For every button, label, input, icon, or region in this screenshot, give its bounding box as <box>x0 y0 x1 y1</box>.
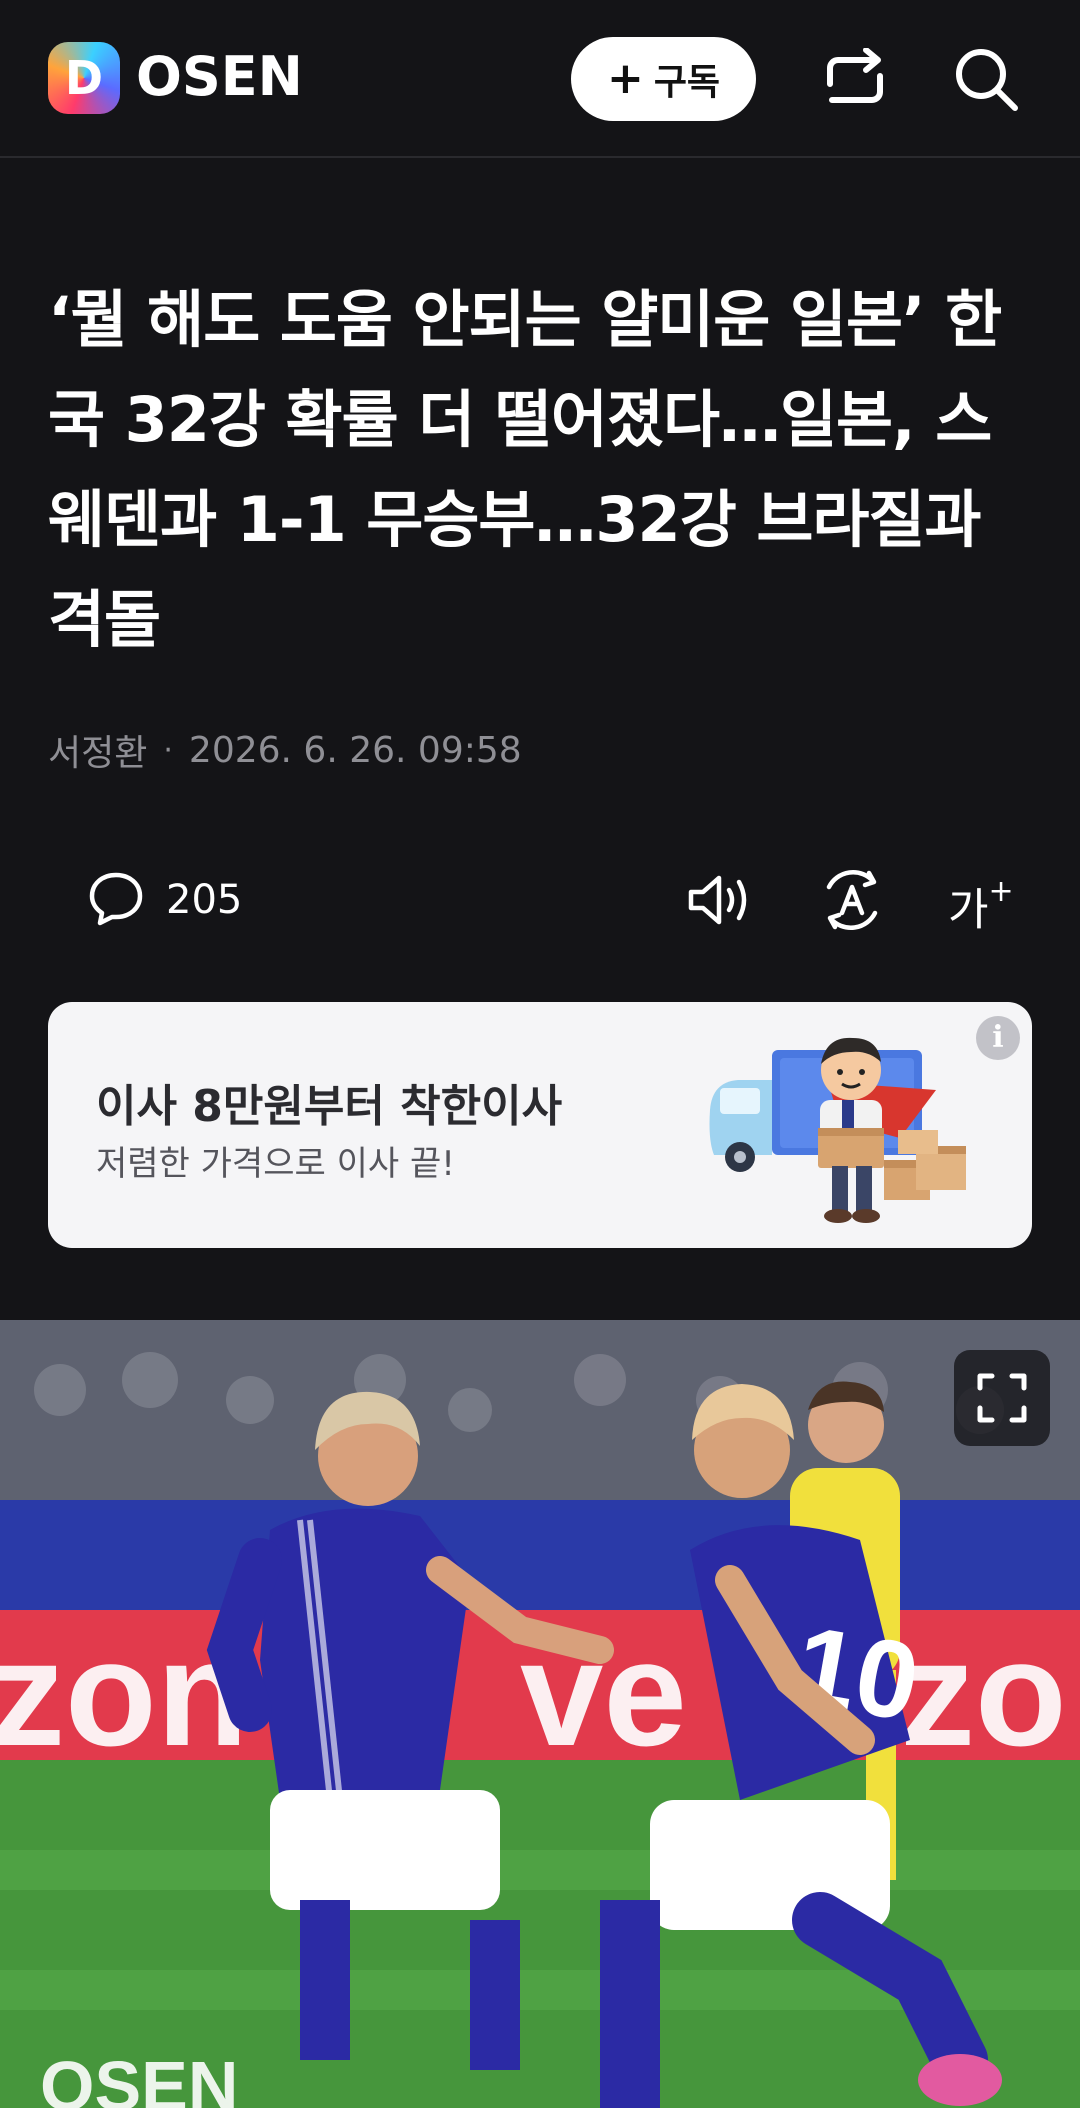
ad-title: 이사 8만원부터 착한이사 <box>96 1081 563 1132</box>
svg-text:zon: zon <box>0 1609 248 1777</box>
author-name[interactable]: 서정환 <box>48 724 147 776</box>
comment-icon <box>88 870 144 930</box>
daum-logo-icon[interactable]: D <box>48 42 120 114</box>
soccer-match-photo: zon ve zo 10 OSEN <box>0 1320 1080 2108</box>
article-photo[interactable]: zon ve zo 10 OSEN <box>0 1320 1080 2108</box>
logo-letter: D <box>64 51 104 105</box>
font-size-icon[interactable]: 가+ <box>948 860 1014 940</box>
speaker-icon[interactable] <box>680 860 760 940</box>
comment-count: 205 <box>166 877 243 923</box>
svg-text:OSEN: OSEN <box>40 2047 238 2108</box>
translate-icon[interactable] <box>812 860 892 940</box>
font-size-plus: + <box>988 874 1014 909</box>
ad-subtitle: 저렴한 가격으로 이사 끝! <box>96 1144 455 1184</box>
plus-icon: + <box>606 53 644 104</box>
comment-button[interactable]: 205 <box>88 860 242 940</box>
subscribe-button[interactable]: + 구독 <box>571 37 756 121</box>
ad-banner[interactable]: 이사 8만원부터 착한이사 저렴한 가격으로 이사 끝! i <box>48 1002 1032 1248</box>
byline-separator: · <box>163 732 173 768</box>
subscribe-label: 구독 <box>653 62 721 103</box>
press-brand-name[interactable]: OSEN <box>136 44 303 110</box>
moving-mascot-illustration <box>709 1037 966 1223</box>
share-icon[interactable] <box>815 40 895 120</box>
search-icon[interactable] <box>947 40 1027 120</box>
ad-info-icon[interactable]: i <box>976 1016 1020 1060</box>
publish-date: 2026. 6. 26. 09:58 <box>188 729 522 771</box>
article-title: ‘뭘 해도 도움 안되는 얄미운 일본’ 한국 32강 확률 더 떨어졌다…일본… <box>48 283 1002 656</box>
font-size-label: 가 <box>948 884 989 936</box>
article-action-bar: 205 가+ <box>0 860 1080 940</box>
article-byline: 서정환 · 2026. 6. 26. 09:58 <box>48 724 522 776</box>
top-bar: D OSEN + 구독 <box>0 0 1080 158</box>
expand-icon[interactable] <box>954 1350 1050 1446</box>
